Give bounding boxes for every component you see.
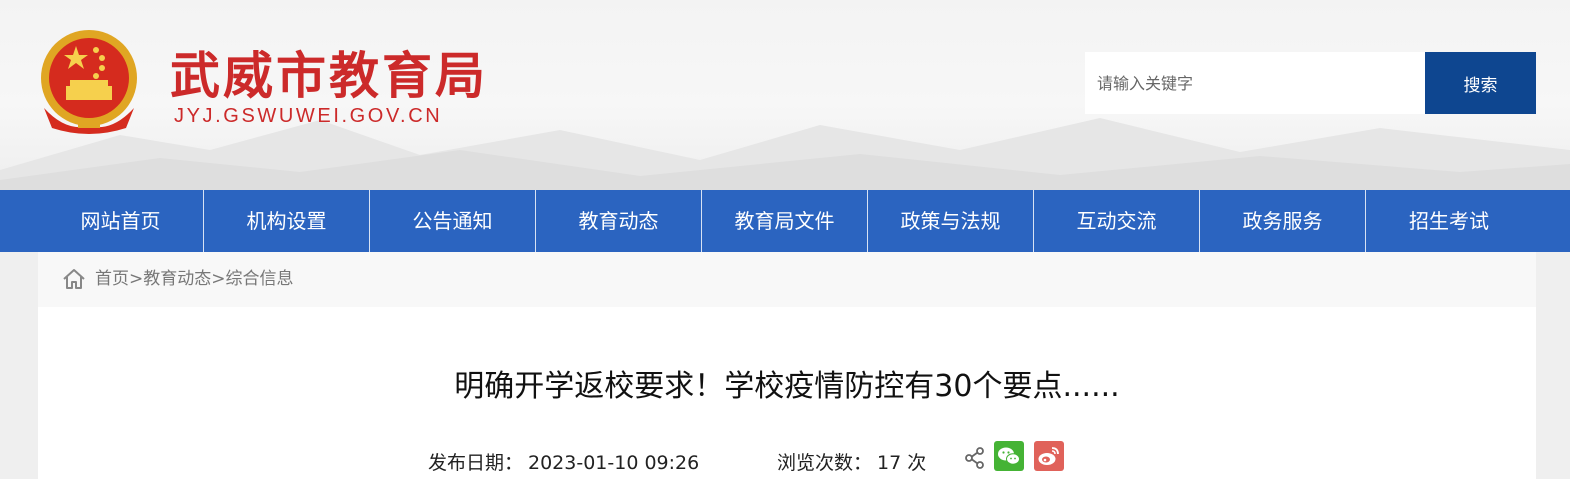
nav-item-announcements[interactable]: 公告通知 <box>370 190 536 252</box>
nav-item-interaction[interactable]: 互动交流 <box>1034 190 1200 252</box>
site-title: 武威市教育局 <box>170 46 488 105</box>
wechat-icon[interactable] <box>994 441 1024 471</box>
view-count-label: 浏览次数： <box>777 452 873 474</box>
breadcrumb-separator: > <box>211 269 226 289</box>
site-header: 武威市教育局 JYJ.GSWUWEI.GOV.CN 搜索 <box>0 0 1570 190</box>
site-domain: JYJ.GSWUWEI.GOV.CN <box>174 105 443 127</box>
breadcrumb-item-general-info[interactable]: 综合信息 <box>226 269 294 289</box>
content-panel: 首页>教育动态>综合信息 明确开学返校要求！学校疫情防控有30个要点...... <box>38 252 1536 479</box>
breadcrumb: 首页>教育动态>综合信息 <box>38 252 1536 307</box>
nav-item-policies[interactable]: 政策与法规 <box>868 190 1034 252</box>
nav-item-government-services[interactable]: 政务服务 <box>1200 190 1366 252</box>
nav-item-home[interactable]: 网站首页 <box>38 190 204 252</box>
nav-item-bureau-documents[interactable]: 教育局文件 <box>702 190 868 252</box>
breadcrumb-separator: > <box>129 269 144 289</box>
national-emblem-icon <box>41 30 137 134</box>
article-title: 明确开学返校要求！学校疫情防控有30个要点...... <box>454 369 1120 404</box>
weibo-icon[interactable] <box>1034 441 1064 471</box>
main-nav: 网站首页 机构设置 公告通知 教育动态 教育局文件 政策与法规 互动交流 政务服… <box>0 190 1570 252</box>
publish-date-label: 发布日期： <box>428 452 524 474</box>
home-icon[interactable] <box>62 268 86 290</box>
nav-item-admissions[interactable]: 招生考试 <box>1366 190 1532 252</box>
search-button[interactable]: 搜索 <box>1425 52 1536 114</box>
nav-item-education-news[interactable]: 教育动态 <box>536 190 702 252</box>
publish-date: 2023-01-10 09:26 <box>528 452 700 474</box>
breadcrumb-item-education-news[interactable]: 教育动态 <box>143 269 211 289</box>
share-icon <box>965 447 984 469</box>
breadcrumb-links: 首页>教育动态>综合信息 <box>95 268 294 290</box>
view-count: 17 次 <box>877 452 927 474</box>
nav-item-organization[interactable]: 机构设置 <box>204 190 370 252</box>
breadcrumb-item-home[interactable]: 首页 <box>95 269 129 289</box>
search-input[interactable] <box>1085 52 1425 114</box>
